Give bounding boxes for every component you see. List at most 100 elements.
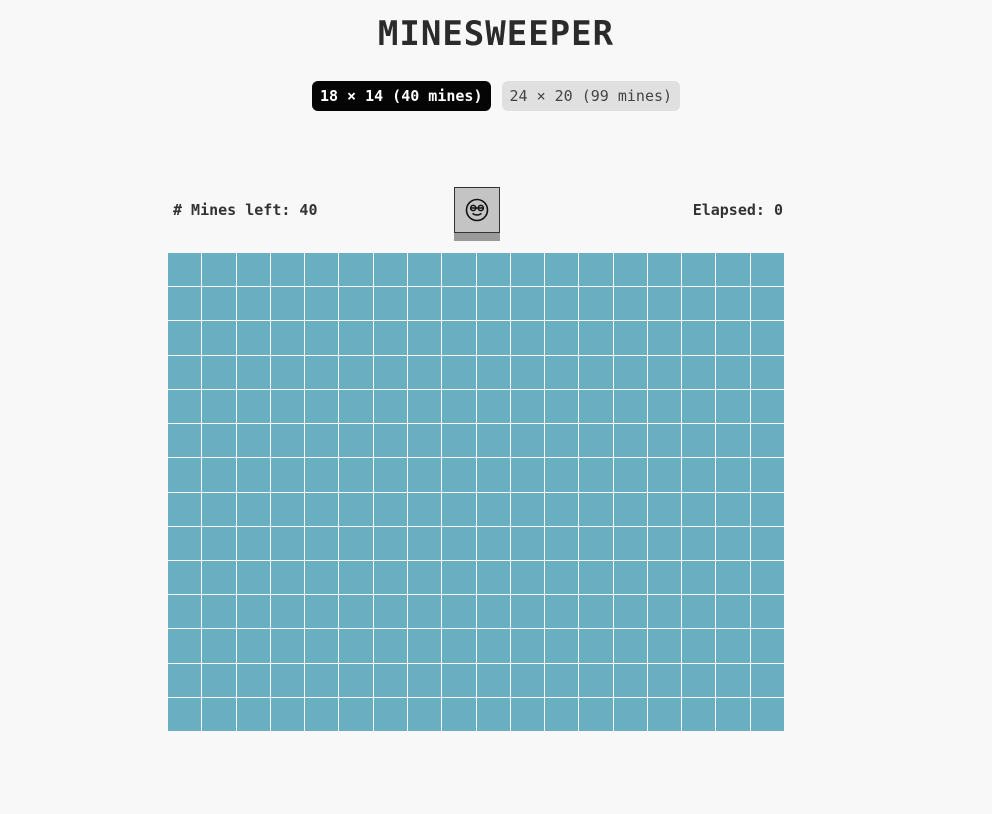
board-cell[interactable] xyxy=(305,492,339,526)
board-cell[interactable] xyxy=(442,424,476,458)
board-cell[interactable] xyxy=(579,560,613,595)
board-cell[interactable] xyxy=(373,697,407,731)
board-cell[interactable] xyxy=(270,321,305,355)
board-cell[interactable] xyxy=(168,629,202,663)
board-cell[interactable] xyxy=(647,560,682,595)
board-cell[interactable] xyxy=(476,355,510,389)
board-cell[interactable] xyxy=(339,526,373,560)
board-cell[interactable] xyxy=(202,458,236,492)
board-cell[interactable] xyxy=(613,321,647,355)
board-cell[interactable] xyxy=(236,253,270,287)
board-cell[interactable] xyxy=(407,355,442,389)
board-cell[interactable] xyxy=(270,560,305,595)
board-cell[interactable] xyxy=(407,389,442,424)
board-cell[interactable] xyxy=(202,629,236,663)
board-cell[interactable] xyxy=(236,458,270,492)
board-cell[interactable] xyxy=(442,629,476,663)
board-cell[interactable] xyxy=(442,560,476,595)
board-cell[interactable] xyxy=(270,253,305,287)
board-cell[interactable] xyxy=(579,389,613,424)
board-cell[interactable] xyxy=(407,458,442,492)
board-cell[interactable] xyxy=(168,424,202,458)
board-cell[interactable] xyxy=(579,355,613,389)
board-cell[interactable] xyxy=(716,595,750,629)
board-cell[interactable] xyxy=(579,492,613,526)
board-cell[interactable] xyxy=(407,492,442,526)
difficulty-hard-button[interactable]: 24 × 20 (99 mines) xyxy=(501,81,681,111)
board-cell[interactable] xyxy=(270,595,305,629)
board-cell[interactable] xyxy=(510,424,545,458)
board-cell[interactable] xyxy=(579,663,613,697)
board-cell[interactable] xyxy=(407,629,442,663)
board-cell[interactable] xyxy=(442,697,476,731)
board-cell[interactable] xyxy=(545,253,579,287)
board-cell[interactable] xyxy=(407,595,442,629)
board-cell[interactable] xyxy=(407,560,442,595)
board-cell[interactable] xyxy=(270,355,305,389)
board-cell[interactable] xyxy=(750,526,784,560)
board-cell[interactable] xyxy=(305,663,339,697)
board-cell[interactable] xyxy=(168,560,202,595)
board-cell[interactable] xyxy=(545,629,579,663)
board-cell[interactable] xyxy=(476,697,510,731)
board-cell[interactable] xyxy=(716,492,750,526)
board-cell[interactable] xyxy=(510,595,545,629)
board-cell[interactable] xyxy=(407,321,442,355)
board-cell[interactable] xyxy=(373,253,407,287)
board-cell[interactable] xyxy=(305,526,339,560)
board-cell[interactable] xyxy=(647,321,682,355)
board-cell[interactable] xyxy=(339,458,373,492)
board-cell[interactable] xyxy=(270,287,305,321)
board-cell[interactable] xyxy=(545,424,579,458)
board-cell[interactable] xyxy=(373,321,407,355)
board-cell[interactable] xyxy=(236,287,270,321)
board-cell[interactable] xyxy=(510,492,545,526)
board-cell[interactable] xyxy=(545,321,579,355)
board-cell[interactable] xyxy=(270,389,305,424)
board-cell[interactable] xyxy=(236,492,270,526)
board-cell[interactable] xyxy=(407,697,442,731)
board-cell[interactable] xyxy=(168,287,202,321)
board-cell[interactable] xyxy=(545,389,579,424)
board-cell[interactable] xyxy=(442,663,476,697)
board-cell[interactable] xyxy=(750,697,784,731)
board-cell[interactable] xyxy=(236,629,270,663)
board-cell[interactable] xyxy=(407,253,442,287)
board-cell[interactable] xyxy=(442,595,476,629)
board-cell[interactable] xyxy=(545,663,579,697)
board-cell[interactable] xyxy=(613,629,647,663)
board-cell[interactable] xyxy=(613,287,647,321)
board-cell[interactable] xyxy=(613,560,647,595)
board-cell[interactable] xyxy=(750,321,784,355)
board-cell[interactable] xyxy=(613,526,647,560)
board-cell[interactable] xyxy=(682,389,716,424)
board-cell[interactable] xyxy=(716,663,750,697)
board-cell[interactable] xyxy=(647,697,682,731)
board-cell[interactable] xyxy=(236,424,270,458)
board-cell[interactable] xyxy=(579,458,613,492)
board-cell[interactable] xyxy=(305,355,339,389)
board-cell[interactable] xyxy=(202,253,236,287)
board-cell[interactable] xyxy=(545,697,579,731)
board-cell[interactable] xyxy=(613,355,647,389)
board-cell[interactable] xyxy=(750,253,784,287)
board-cell[interactable] xyxy=(716,458,750,492)
board-cell[interactable] xyxy=(339,492,373,526)
board-cell[interactable] xyxy=(510,253,545,287)
board-cell[interactable] xyxy=(682,458,716,492)
board-cell[interactable] xyxy=(442,389,476,424)
board-cell[interactable] xyxy=(373,492,407,526)
reset-face-button[interactable] xyxy=(454,187,500,233)
board-cell[interactable] xyxy=(510,560,545,595)
board-cell[interactable] xyxy=(442,492,476,526)
board-cell[interactable] xyxy=(716,253,750,287)
board-cell[interactable] xyxy=(579,526,613,560)
board-cell[interactable] xyxy=(339,389,373,424)
board-cell[interactable] xyxy=(407,663,442,697)
difficulty-easy-button[interactable]: 18 × 14 (40 mines) xyxy=(311,81,491,111)
board-cell[interactable] xyxy=(647,355,682,389)
board-cell[interactable] xyxy=(579,287,613,321)
board-cell[interactable] xyxy=(236,663,270,697)
board-cell[interactable] xyxy=(750,458,784,492)
board-cell[interactable] xyxy=(339,697,373,731)
